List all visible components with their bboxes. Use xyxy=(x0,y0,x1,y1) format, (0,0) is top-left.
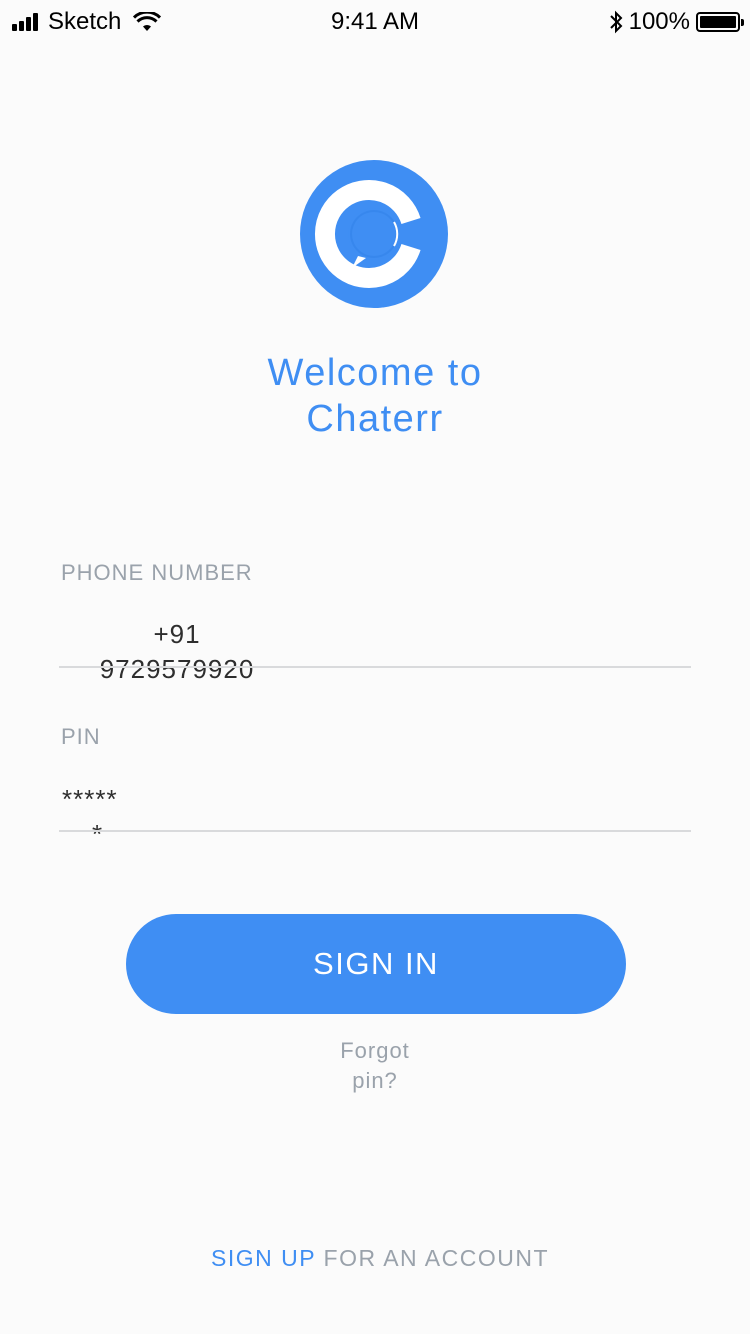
battery-icon xyxy=(696,12,744,32)
phone-number-underline xyxy=(59,666,691,668)
sign-up-prompt: SIGN UP FOR AN ACCOUNT xyxy=(0,1245,750,1272)
phone-number-value: 9729579920 xyxy=(99,654,255,684)
pin-masked-line-1: ***** xyxy=(62,784,118,814)
battery-percent: 100% xyxy=(628,8,690,35)
chat-bubble-c-icon xyxy=(314,180,421,288)
app-logo xyxy=(300,160,448,308)
pin-field[interactable]: ***** * xyxy=(62,782,134,852)
sign-in-button[interactable]: SIGN IN xyxy=(126,914,626,1014)
welcome-line-2: Chaterr xyxy=(306,398,444,440)
pin-label: PIN xyxy=(61,724,101,749)
phone-country-code: +91 xyxy=(153,619,201,649)
bluetooth-icon xyxy=(609,10,623,34)
sign-up-rest-text: FOR AN ACCOUNT xyxy=(315,1245,549,1271)
sign-up-link[interactable]: SIGN UP xyxy=(211,1245,316,1271)
welcome-line-1: Welcome to xyxy=(267,352,483,394)
welcome-title: Welcome to Chaterr xyxy=(0,350,750,442)
forgot-line-1: Forgot xyxy=(340,1038,410,1063)
forgot-line-2: pin? xyxy=(352,1068,398,1093)
status-bar-right: 100% xyxy=(609,8,744,36)
pin-masked-line-2: * xyxy=(92,819,104,849)
pin-underline xyxy=(59,830,691,832)
phone-number-field[interactable]: +91 9729579920 xyxy=(86,617,268,687)
phone-number-label: PHONE NUMBER xyxy=(61,560,253,585)
status-bar: Sketch 9:41 AM 100% xyxy=(0,0,750,44)
forgot-pin-link[interactable]: Forgot pin? xyxy=(0,1036,750,1096)
sign-in-label: SIGN IN xyxy=(313,946,439,981)
